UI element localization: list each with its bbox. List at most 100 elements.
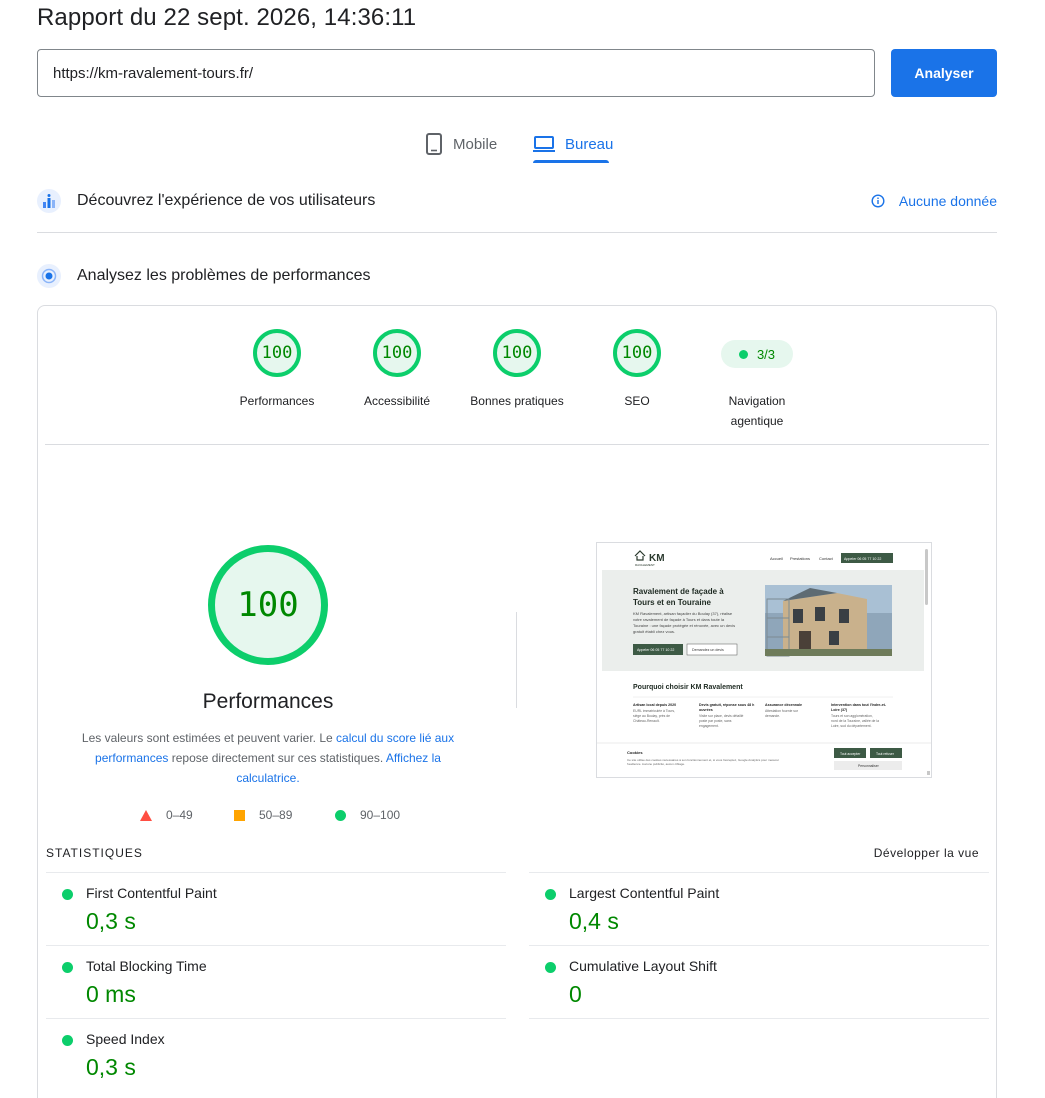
metric-fcp: First Contentful Paint 0,3 s <box>46 872 506 945</box>
metric-tbt: Total Blocking Time 0 ms <box>46 945 506 1018</box>
thumb-cookie-btn: Personnaliser <box>858 764 880 768</box>
section-divider <box>37 232 997 233</box>
legend-pass: 90–100 <box>335 808 400 822</box>
gauge-score: 100 <box>253 329 301 377</box>
tab-desktop-label: Bureau <box>565 135 614 153</box>
metric-name: Cumulative Layout Shift <box>569 958 717 974</box>
thumb-col-title: Artisan local depuis 2020 <box>633 703 676 707</box>
smartphone-icon <box>426 133 442 155</box>
svg-text:Loire (37): Loire (37) <box>831 708 848 712</box>
metric-name: Speed Index <box>86 1031 165 1047</box>
svg-text:Loire, sud du département.: Loire, sud du département. <box>831 724 872 728</box>
lab-data-title: Analysez les problèmes de performances <box>77 267 371 284</box>
svg-text:siège au Boulay, près de: siège au Boulay, près de <box>633 714 670 718</box>
svg-text:Attestation fournie sur: Attestation fournie sur <box>765 709 799 713</box>
gauge-score: 100 <box>493 329 541 377</box>
thumb-hero-btn: Demandez un devis <box>692 648 724 652</box>
field-data-section[interactable]: Découvrez l'expérience de vos utilisateu… <box>37 189 997 213</box>
metrics-heading: STATISTIQUES <box>46 846 143 860</box>
tab-mobile-label: Mobile <box>453 135 498 153</box>
svg-text:Devis gratuit, réponse sous 48: Devis gratuit, réponse sous 48 h <box>699 703 754 707</box>
svg-text:Château-Renault.: Château-Renault. <box>633 719 660 723</box>
svg-text:KM Ravalement, artisan façadie: KM Ravalement, artisan façadier du Boula… <box>633 611 733 616</box>
thumb-cookie-btn: Tout accepter <box>840 752 861 756</box>
metric-name: First Contentful Paint <box>86 885 217 901</box>
gauge-accessibility[interactable]: 100 Accessibilité <box>337 329 457 411</box>
thumb-logo-sub: RAVALEMENT <box>635 563 655 567</box>
legend-average-label: 50–89 <box>259 808 293 822</box>
metric-cls: Cumulative Layout Shift 0 <box>529 945 989 1018</box>
agentic-score-pill: 3/3 <box>721 340 793 368</box>
metric-value: 0 ms <box>86 981 136 1007</box>
svg-text:Visite sur place, devis détail: Visite sur place, devis détaillé <box>699 714 744 718</box>
report-title: Rapport du 22 sept. 2026, 14:36:11 <box>37 4 417 31</box>
pass-dot-icon <box>62 889 73 900</box>
no-data-link[interactable]: Aucune donnée <box>871 193 997 209</box>
explain-text: Les valeurs sont estimées et peuvent var… <box>81 731 337 745</box>
users-experience-icon <box>37 189 61 213</box>
thumb-hero-btn: Appeler 06 05 77 10 22 <box>637 648 674 652</box>
diagnose-icon <box>37 264 61 288</box>
gauge-performance[interactable]: 100 Performances <box>217 329 337 411</box>
field-data-title: Découvrez l'expérience de vos utilisateu… <box>77 192 376 209</box>
metric-value: 0,3 s <box>86 1054 136 1080</box>
thumb-nav-item: Contact <box>819 556 834 561</box>
expand-view-toggle[interactable]: Développer la vue <box>874 846 979 860</box>
thumb-nav-cta: Appeler 06 05 77 10 22 <box>844 557 881 561</box>
svg-text:demande.: demande. <box>765 714 780 718</box>
info-icon <box>871 194 885 208</box>
svg-text:EURL immatriculée à Tours,: EURL immatriculée à Tours, <box>633 709 675 713</box>
gauge-label: Navigation agentique <box>728 394 786 428</box>
gauge-label: SEO <box>624 394 650 408</box>
thumb-col-title: Assurance décennale <box>765 703 802 707</box>
metric-value: 0,3 s <box>86 908 136 934</box>
gauge-label: Performances <box>239 394 315 408</box>
svg-text:Tours et en Touraine: Tours et en Touraine <box>633 598 711 607</box>
svg-text:Touraine : une façade protégée: Touraine : une façade protégée et rénové… <box>633 623 735 628</box>
gauge-seo[interactable]: 100 SEO <box>577 329 697 411</box>
thumb-cookie-btn: Tout refuser <box>876 752 895 756</box>
thumb-cookie-title: Cookies <box>627 750 643 755</box>
svg-text:Ravalement de façade à: Ravalement de façade à <box>633 587 724 596</box>
gauge-label: Bonnes pratiques <box>470 394 564 408</box>
tab-desktop[interactable]: Bureau <box>533 125 613 163</box>
thumb-section-title: Pourquoi choisir KM Ravalement <box>633 684 743 691</box>
metric-value: 0,4 s <box>569 908 619 934</box>
active-tab-indicator <box>533 160 609 163</box>
fail-triangle-icon <box>140 809 152 821</box>
svg-text:ouvrées: ouvrées <box>699 708 713 712</box>
average-square-icon <box>234 809 245 821</box>
performance-main-label: Performances <box>202 690 334 713</box>
svg-text:votre ravalement de façade à T: votre ravalement de façade à Tours et da… <box>633 617 725 622</box>
vertical-separator <box>516 612 517 708</box>
pass-dot-icon <box>62 1035 73 1046</box>
lab-data-section[interactable]: Analysez les problèmes de performances <box>37 264 997 288</box>
page-thumbnail: KM RAVALEMENT Accueil Prestations Contac… <box>597 543 931 777</box>
analyze-button[interactable]: Analyser <box>891 49 997 97</box>
svg-text:nord de la Touraine, vallée de: nord de la Touraine, vallée de la <box>831 719 879 723</box>
pass-dot-icon <box>545 962 556 973</box>
tab-mobile[interactable]: Mobile <box>425 125 497 163</box>
svg-text:engagement.: engagement. <box>699 724 719 728</box>
legend-average: 50–89 <box>234 808 292 822</box>
legend-pass-label: 90–100 <box>360 808 401 822</box>
metric-speed-index: Speed Index 0,3 s <box>46 1018 506 1091</box>
gauges-divider <box>45 444 989 445</box>
performance-main-gauge: 100 <box>208 545 328 665</box>
thumb-nav-item: Prestations <box>790 556 810 561</box>
metric-name: Total Blocking Time <box>86 958 207 974</box>
url-input[interactable] <box>37 49 875 97</box>
laptop-icon <box>533 136 555 152</box>
svg-text:gratuit établi chez vous.: gratuit établi chez vous. <box>633 629 675 634</box>
final-screenshot[interactable]: KM RAVALEMENT Accueil Prestations Contac… <box>596 542 932 778</box>
agentic-score: 3/3 <box>756 346 776 362</box>
gauge-agentic-navigation[interactable]: 3/3 Navigation agentique <box>697 329 817 431</box>
metric-lcp: Largest Contentful Paint 0,4 s <box>529 872 989 945</box>
device-tabs: Mobile Bureau <box>0 125 1045 165</box>
svg-text:Tours et son agglomération,: Tours et son agglomération, <box>831 714 873 718</box>
legend-fail: 0–49 <box>140 808 193 822</box>
gauge-label: Accessibilité <box>363 394 431 408</box>
no-data-label: Aucune donnée <box>898 193 997 209</box>
gauge-score: 100 <box>613 329 661 377</box>
gauge-best-practices[interactable]: 100 Bonnes pratiques <box>457 329 577 411</box>
